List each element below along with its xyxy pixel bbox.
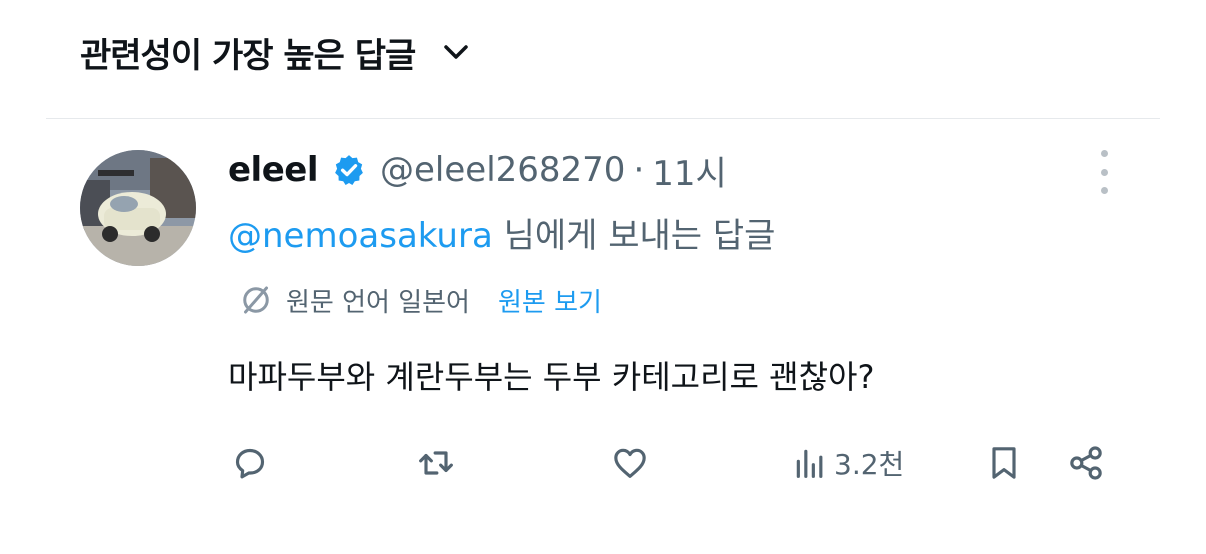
- reply-button[interactable]: [230, 438, 270, 488]
- reply-context: @nemoasakura 님에게 보내는 답글: [228, 208, 775, 257]
- retweet-button[interactable]: [416, 438, 456, 488]
- divider: [46, 118, 1160, 119]
- share-button[interactable]: [1066, 438, 1106, 488]
- more-dot-icon: [1100, 168, 1108, 176]
- avatar-image: [80, 150, 196, 266]
- author-display-name[interactable]: eleel: [228, 150, 319, 190]
- like-button[interactable]: [610, 438, 650, 488]
- separator-dot: ·: [633, 150, 645, 190]
- verified-badge-icon: [335, 155, 363, 186]
- translation-info: 원문 언어 일본어 원본 보기: [238, 280, 602, 320]
- bookmark-button[interactable]: [984, 438, 1024, 488]
- sort-label: 관련성이 가장 높은 답글: [80, 35, 416, 76]
- views-count: 3.2천: [834, 448, 905, 481]
- show-original-link[interactable]: 원본 보기: [498, 282, 602, 319]
- views-icon: [796, 449, 823, 478]
- tweet-header: eleel @eleel268270 · 11시: [228, 146, 727, 194]
- tweet-timestamp[interactable]: 11시: [652, 146, 727, 195]
- more-options-button[interactable]: [1090, 150, 1118, 194]
- translate-off-icon: [243, 286, 269, 314]
- chevron-down-icon: [444, 45, 469, 59]
- tweet-actions: 3.2천: [0, 438, 1206, 488]
- reply-mention-link[interactable]: @nemoasakura: [228, 216, 493, 256]
- author-handle[interactable]: @eleel268270: [380, 150, 625, 190]
- translation-label: 원문 언어 일본어: [286, 287, 470, 318]
- retweet-icon: [419, 451, 453, 475]
- avatar[interactable]: [80, 150, 196, 266]
- views-button[interactable]: 3.2천: [790, 438, 904, 488]
- sort-dropdown[interactable]: 관련성이 가장 높은 답글: [80, 26, 471, 78]
- more-dot-icon: [1100, 187, 1108, 194]
- heart-icon: [614, 448, 646, 478]
- reply-icon: [235, 448, 265, 479]
- tweet-text: 마파두부와 계란두부는 두부 카테고리로 괜찮아?: [228, 358, 875, 396]
- reply-context-label: 님에게 보내는 답글: [492, 216, 776, 256]
- bookmark-icon: [992, 447, 1016, 479]
- more-dot-icon: [1100, 150, 1108, 157]
- share-icon: [1070, 446, 1102, 480]
